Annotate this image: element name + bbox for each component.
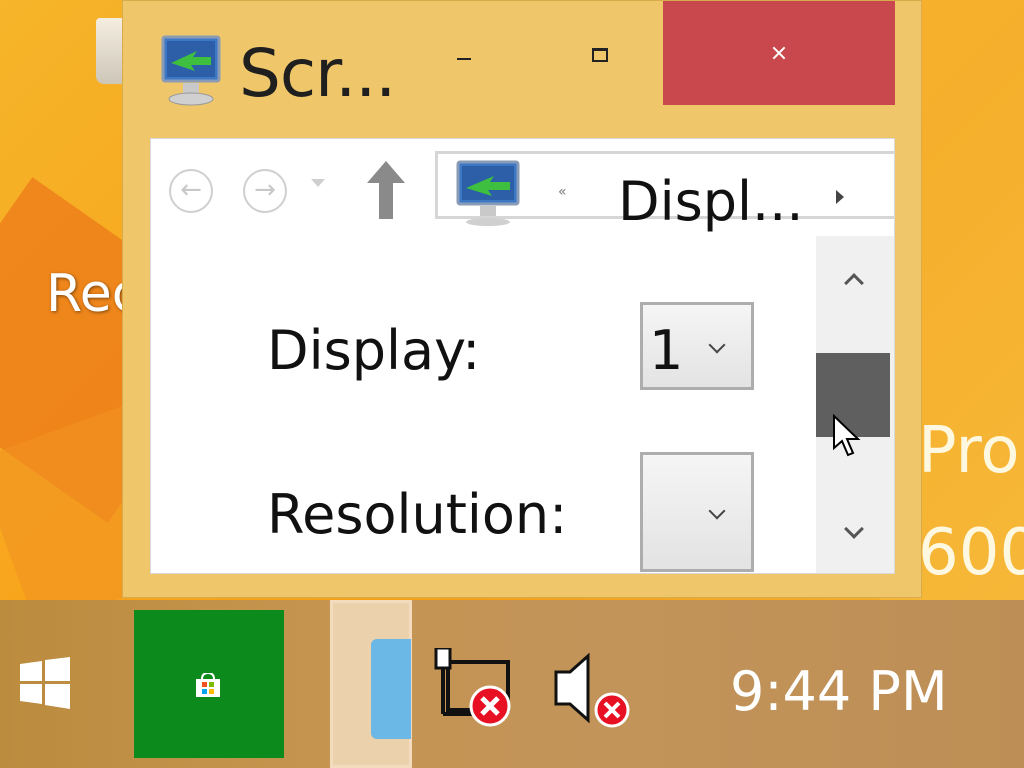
breadcrumb-expand-icon[interactable] <box>836 190 844 204</box>
store-button[interactable] <box>134 610 284 758</box>
back-button[interactable]: ← <box>169 169 213 213</box>
wallpaper-text: 600 <box>918 516 1024 590</box>
window-content: ← → « Displ... Display: 1 Resolution: <box>150 138 895 574</box>
taskbar-clock[interactable]: 9:44 PM <box>730 660 948 723</box>
monitor-icon <box>456 160 520 226</box>
up-arrow-icon[interactable] <box>361 157 411 223</box>
wallpaper-text: Pro <box>918 414 1020 488</box>
control-panel-icon <box>371 639 411 739</box>
chevron-down-icon <box>708 502 726 520</box>
network-disconnected-icon[interactable] <box>432 648 516 728</box>
scroll-thumb[interactable] <box>816 353 890 437</box>
chevron-down-icon <box>708 336 726 354</box>
display-select-value: 1 <box>649 319 684 382</box>
window-title: Scr... <box>239 35 396 112</box>
scroll-down-button[interactable] <box>816 486 894 573</box>
speaker-muted-icon[interactable] <box>552 650 632 728</box>
display-label: Display: <box>267 319 481 382</box>
taskbar: 9:44 PM <box>0 600 1024 768</box>
minimize-button[interactable] <box>435 31 495 81</box>
screen-resolution-window: Scr... ← → « Displ... Display: 1 Resolut… <box>122 0 922 598</box>
windows-logo-icon[interactable] <box>18 656 72 710</box>
forward-button[interactable]: → <box>243 169 287 213</box>
scroll-up-button[interactable] <box>816 236 894 324</box>
screen-resolution-taskbar-button[interactable] <box>330 600 412 768</box>
recent-locations-dropdown[interactable] <box>311 179 325 187</box>
vertical-scrollbar[interactable] <box>816 236 894 573</box>
display-select[interactable]: 1 <box>640 302 754 390</box>
maximize-button[interactable] <box>569 31 629 81</box>
resolution-label: Resolution: <box>267 483 568 546</box>
monitor-icon <box>161 35 221 106</box>
resolution-select[interactable] <box>640 452 754 572</box>
breadcrumb-location[interactable]: Displ... <box>618 170 804 233</box>
breadcrumb-overflow[interactable]: « <box>558 184 567 200</box>
address-bar[interactable]: « Displ... <box>435 151 894 233</box>
shopping-bag-icon <box>196 673 220 697</box>
close-button[interactable] <box>663 1 895 105</box>
